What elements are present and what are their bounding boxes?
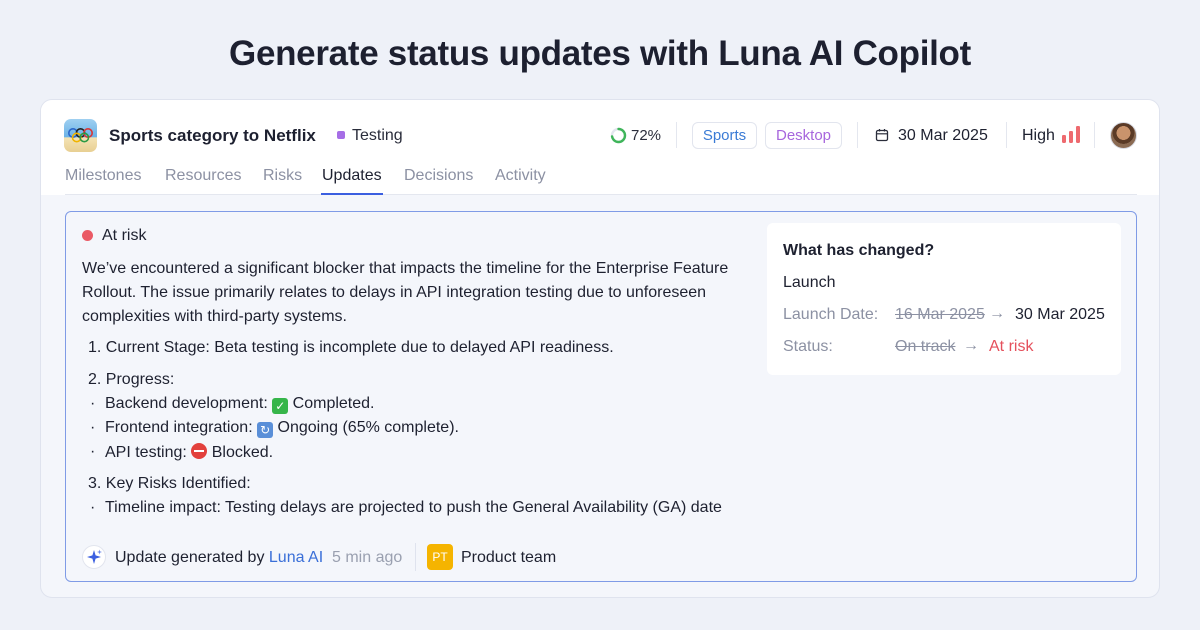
- divider: [676, 122, 677, 148]
- priority-label[interactable]: High: [1022, 127, 1055, 145]
- bullet-dot: ·: [90, 395, 96, 412]
- changes-milestone: Launch: [783, 274, 836, 291]
- bullet-dot: ·: [90, 443, 96, 460]
- sparkle-icon: [82, 545, 106, 569]
- list-item: Backend development: ✓ Completed.: [105, 395, 374, 414]
- status-old: On track: [895, 338, 956, 355]
- status-key: Status:: [783, 338, 833, 355]
- bullet-dot: ·: [90, 499, 96, 516]
- tab-decisions[interactable]: Decisions: [404, 167, 473, 185]
- arrow-right-icon: →: [989, 305, 1005, 322]
- status-update-panel: At risk We’ve encountered a significant …: [65, 211, 1137, 582]
- launch-date-key: Launch Date:: [783, 306, 879, 323]
- launch-date-new: 30 Mar 2025: [1015, 306, 1105, 323]
- tab-activity[interactable]: Activity: [495, 167, 546, 185]
- progress-value: 72%: [631, 127, 662, 144]
- tab-milestones[interactable]: Milestones: [65, 167, 141, 185]
- changes-title: What has changed?: [783, 242, 935, 259]
- list-item: 2. Progress:: [88, 371, 175, 388]
- list-item: Frontend integration: ↻ Ongoing (65% com…: [105, 419, 459, 438]
- launch-date-old: 16 Mar 2025: [895, 306, 985, 323]
- team-badge: PT: [427, 544, 453, 570]
- author-link[interactable]: Luna AI: [269, 549, 323, 566]
- changes-summary: What has changed? Launch Launch Date: 16…: [767, 223, 1121, 375]
- update-status: At risk: [102, 227, 147, 244]
- list-item: API testing: Blocked.: [105, 443, 273, 462]
- list-item: 1. Current Stage: Beta testing is incomp…: [88, 339, 614, 356]
- generated-by: Update generated by Luna AI: [115, 549, 323, 567]
- divider: [857, 122, 858, 148]
- user-avatar[interactable]: [1110, 122, 1137, 149]
- tab-resources[interactable]: Resources: [165, 167, 241, 185]
- bullet-text: Blocked.: [207, 444, 274, 461]
- project-card: Sports category to Netflix Testing 72% S…: [40, 99, 1160, 598]
- list-item: 3. Key Risks Identified:: [88, 475, 251, 492]
- bullet-text: Completed.: [288, 395, 375, 412]
- team-name[interactable]: Product team: [461, 549, 556, 567]
- status-indicator: [337, 131, 345, 139]
- due-date[interactable]: 30 Mar 2025: [898, 127, 988, 145]
- headline: Generate status updates with Luna AI Cop…: [229, 34, 971, 73]
- tab-risks[interactable]: Risks: [263, 167, 302, 185]
- generated-by-prefix: Update generated by: [115, 549, 269, 566]
- project-title[interactable]: Sports category to Netflix: [109, 126, 316, 146]
- bullet-text: Frontend integration:: [105, 419, 258, 436]
- bullet-text: API testing:: [105, 444, 192, 461]
- timestamp: 5 min ago: [332, 549, 403, 566]
- tag-desktop[interactable]: Desktop: [765, 122, 842, 149]
- check-mark-icon: ✓: [272, 398, 289, 414]
- arrow-right-icon: →: [963, 337, 979, 354]
- bullet-text: Backend development:: [105, 395, 273, 412]
- no-entry-icon: [191, 443, 208, 459]
- bullet-text: Ongoing (65% complete).: [273, 419, 459, 436]
- update-intro: We’ve encountered a significant blocker …: [82, 260, 729, 325]
- cycle-arrows-icon: ↻: [257, 422, 274, 438]
- risk-status-dot: [82, 230, 93, 241]
- tag-sports[interactable]: Sports: [692, 122, 757, 149]
- divider: [1006, 122, 1007, 148]
- tabs-divider: [65, 194, 1137, 195]
- olympic-rings-logo: [64, 119, 97, 152]
- active-tab-indicator: [321, 193, 383, 195]
- bullet-dot: ·: [90, 419, 96, 436]
- divider: [1094, 122, 1095, 148]
- status-new: At risk: [989, 338, 1034, 355]
- signal-bars-icon: [1062, 126, 1080, 143]
- tab-updates[interactable]: Updates: [322, 167, 382, 185]
- list-item: Timeline impact: Testing delays are proj…: [105, 499, 722, 516]
- calendar-icon: [875, 129, 889, 142]
- divider: [415, 543, 416, 571]
- status-label[interactable]: Testing: [352, 127, 403, 145]
- progress-ring-icon: [610, 127, 627, 144]
